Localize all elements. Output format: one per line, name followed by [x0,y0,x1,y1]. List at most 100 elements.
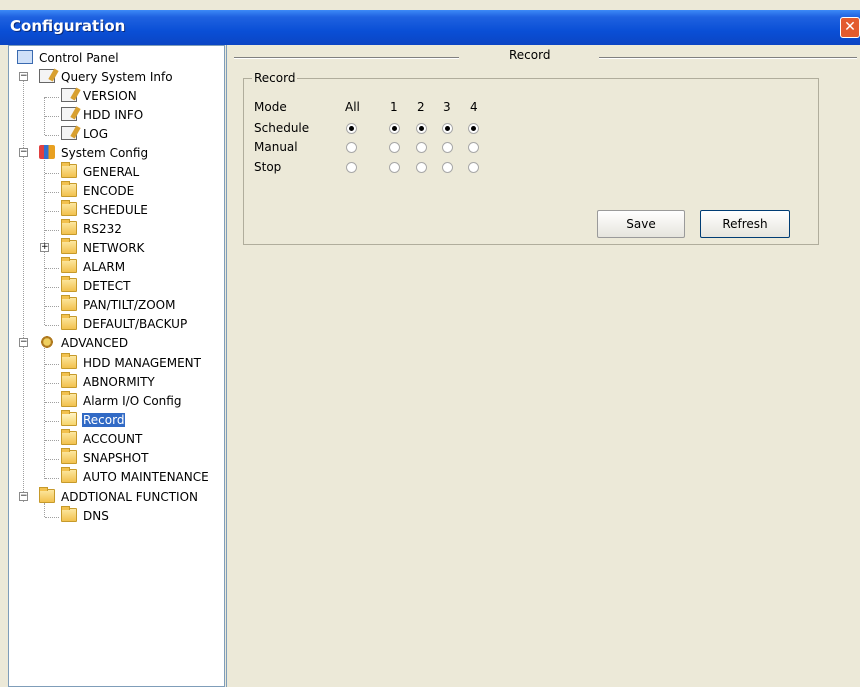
folder-icon [61,257,77,273]
folder-icon [61,162,77,178]
save-button[interactable]: Save [597,210,685,238]
tree-label: DETECT [83,279,131,293]
tree-line [45,517,59,518]
tree-line [45,116,59,117]
config-tree: Control Panel − Query System Info VERSIO… [8,45,225,687]
tree-label: Alarm I/O Config [83,394,182,408]
tree-label: DNS [83,509,109,523]
tree-line [45,230,59,231]
tree-label: ALARM [83,260,126,274]
tree-line [45,459,59,460]
collapse-toggle-icon[interactable]: − [19,72,28,81]
gears-icon [39,335,55,349]
tree-label: ADDTIONAL FUNCTION [61,490,199,504]
tree-line [44,503,45,517]
tree-line [45,440,59,441]
notepad-icon [61,107,77,121]
tree-line [45,421,59,422]
column-header-all: All [345,100,360,114]
tree-line [45,211,59,212]
notepad-icon [39,69,55,83]
tree-label: HDD INFO [83,108,144,122]
tools-icon [39,145,55,159]
tree-label: ADVANCED [61,336,129,350]
collapse-toggle-icon[interactable]: − [19,338,28,347]
schedule-ch2-radio[interactable] [416,123,427,134]
tree-line [45,364,59,365]
tree-line [23,76,24,502]
column-header-3: 3 [443,100,451,114]
collapse-toggle-icon[interactable]: − [19,492,28,501]
tree-label: DEFAULT/BACKUP [83,317,188,331]
tree-label: System Config [61,146,149,160]
schedule-all-radio[interactable] [346,123,357,134]
tree-label: Query System Info [61,70,173,84]
schedule-ch3-radio[interactable] [442,123,453,134]
header-divider-left [234,57,459,59]
tree-label: ABNORMITY [83,375,155,389]
tree-label: ENCODE [83,184,135,198]
folder-icon [61,353,77,369]
tree-line [45,287,59,288]
schedule-ch1-radio[interactable] [389,123,400,134]
expand-toggle-icon[interactable]: + [40,243,49,252]
configuration-window: Configuration ✕ Control Panel − Query Sy… [0,0,860,687]
manual-ch3-radio[interactable] [442,142,453,153]
computer-icon [17,50,33,64]
tree-line [45,173,59,174]
tree-label: HDD MANAGEMENT [83,356,201,370]
folder-icon [61,391,77,407]
folder-icon [61,467,77,483]
column-header-1: 1 [390,100,398,114]
stop-all-radio[interactable] [346,162,357,173]
notepad-icon [61,126,77,140]
stop-ch1-radio[interactable] [389,162,400,173]
tree-label: LOG [83,127,109,141]
stop-ch4-radio[interactable] [468,162,479,173]
folder-icon [61,506,77,522]
close-button[interactable]: ✕ [840,17,860,38]
open-folder-icon [61,410,77,426]
mode-label: Mode [254,100,287,114]
folder-icon [61,238,77,254]
stop-ch3-radio[interactable] [442,162,453,173]
tree-line [44,154,45,325]
record-groupbox: Record Mode All 1 2 3 4 Schedule Manual … [243,71,819,245]
folder-icon [61,181,77,197]
tree-line [45,478,59,479]
header-divider-right [599,57,857,59]
collapse-toggle-icon[interactable]: − [19,148,28,157]
notepad-icon [61,88,77,102]
folder-icon [61,448,77,464]
tree-line [45,192,59,193]
tree-line [45,325,59,326]
folder-icon [61,276,77,292]
tree-label: VERSION [83,89,137,103]
folder-icon [61,200,77,216]
folder-icon [39,487,55,503]
folder-icon [61,372,77,388]
tree-label: PAN/TILT/ZOOM [83,298,176,312]
tree-label: GENERAL [83,165,140,179]
refresh-button[interactable]: Refresh [700,210,790,238]
manual-ch1-radio[interactable] [389,142,400,153]
schedule-ch4-radio[interactable] [468,123,479,134]
row-label-stop: Stop [254,160,282,174]
manual-ch4-radio[interactable] [468,142,479,153]
column-header-2: 2 [417,100,425,114]
tree-line [45,268,59,269]
tree-label: NETWORK [83,241,145,255]
stop-ch2-radio[interactable] [416,162,427,173]
tree-label-selected: Record [82,413,126,427]
panel-title: Record [509,48,551,62]
manual-all-radio[interactable] [346,142,357,153]
folder-icon [61,219,77,235]
tree-label: ACCOUNT [83,432,143,446]
tree-label: SCHEDULE [83,203,148,217]
row-label-schedule: Schedule [254,121,310,135]
title-bar[interactable]: Configuration ✕ [0,10,860,45]
tree-line [45,97,59,98]
tree-label: SNAPSHOT [83,451,149,465]
manual-ch2-radio[interactable] [416,142,427,153]
tree-label: AUTO MAINTENANCE [83,470,209,484]
